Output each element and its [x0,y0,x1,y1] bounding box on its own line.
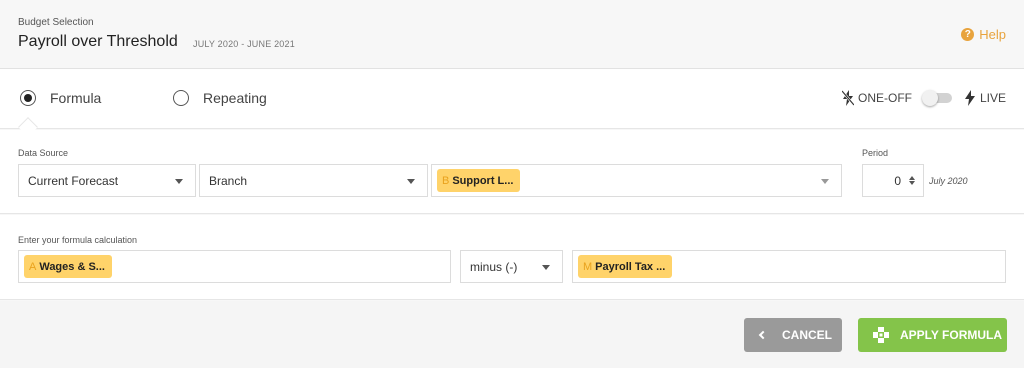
right-operand-chip[interactable]: M Payroll Tax ... [578,255,673,278]
operator-select[interactable]: minus (-) [460,250,563,283]
chevron-down-icon [542,265,550,270]
stepper-arrows-icon[interactable] [909,176,915,185]
mode-row: Formula Repeating ONE-OFF LIVE [0,69,1024,137]
cancel-label: CANCEL [782,328,832,342]
account-chip[interactable]: B Support L... [437,169,521,192]
live-toggle-group: ONE-OFF LIVE [841,90,1006,106]
period-value: 0 [894,173,901,188]
data-source-select[interactable]: Current Forecast [18,164,196,197]
chip-label: Payroll Tax ... [595,260,666,273]
one-off-label: ONE-OFF [857,91,912,105]
formula-label: Enter your formula calculation [18,235,138,245]
chip-label: Support L... [452,174,514,187]
formula-puzzle-icon [873,327,889,343]
apply-formula-button[interactable]: APPLY FORMULA [858,318,1007,352]
chip-letter: B [442,174,450,187]
period-month: July 2020 [929,176,968,186]
formula-left-operand[interactable]: A Wages & S... [18,250,451,283]
period-stepper[interactable]: 0 [862,164,924,197]
account-select[interactable]: B Support L... [431,164,842,197]
help-label: Help [979,27,1006,42]
dimension-value: Branch [209,173,248,188]
live-toggle-switch[interactable] [921,90,952,106]
left-operand-chip[interactable]: A Wages & S... [24,255,112,278]
radio-selected-icon [20,90,36,106]
dimension-select[interactable]: Branch [199,164,428,197]
header-eyebrow: Budget Selection [18,17,94,28]
chevron-down-icon [821,179,829,184]
page-title: Payroll over Threshold [18,33,178,50]
chip-letter: M [583,260,593,273]
question-circle-icon: ? [961,28,975,41]
date-range: JULY 2020 - JUNE 2021 [193,39,295,49]
apply-label: APPLY FORMULA [900,328,1003,342]
live-label: LIVE [979,91,1006,105]
lightning-off-icon [841,90,854,106]
dialog-header: Budget Selection Payroll over Threshold … [0,0,1024,69]
data-source-value: Current Forecast [28,173,119,188]
radio-formula[interactable]: Formula [20,90,101,106]
radio-repeating-label: Repeating [203,90,267,106]
chevron-left-icon [758,330,768,340]
period-label: Period [862,148,889,158]
lightning-icon [964,90,975,106]
chip-letter: A [29,260,37,273]
radio-unselected-icon [173,90,189,106]
radio-repeating[interactable]: Repeating [173,90,267,106]
chevron-down-icon [175,179,183,184]
chevron-down-icon [407,179,415,184]
operator-value: minus (-) [470,259,518,274]
cancel-button[interactable]: CANCEL [744,318,842,352]
data-source-label: Data Source [18,148,69,158]
radio-formula-label: Formula [50,90,102,106]
chip-label: Wages & S... [39,260,105,273]
help-link[interactable]: ? Help [961,27,1006,42]
formula-right-operand[interactable]: M Payroll Tax ... [572,250,1006,283]
